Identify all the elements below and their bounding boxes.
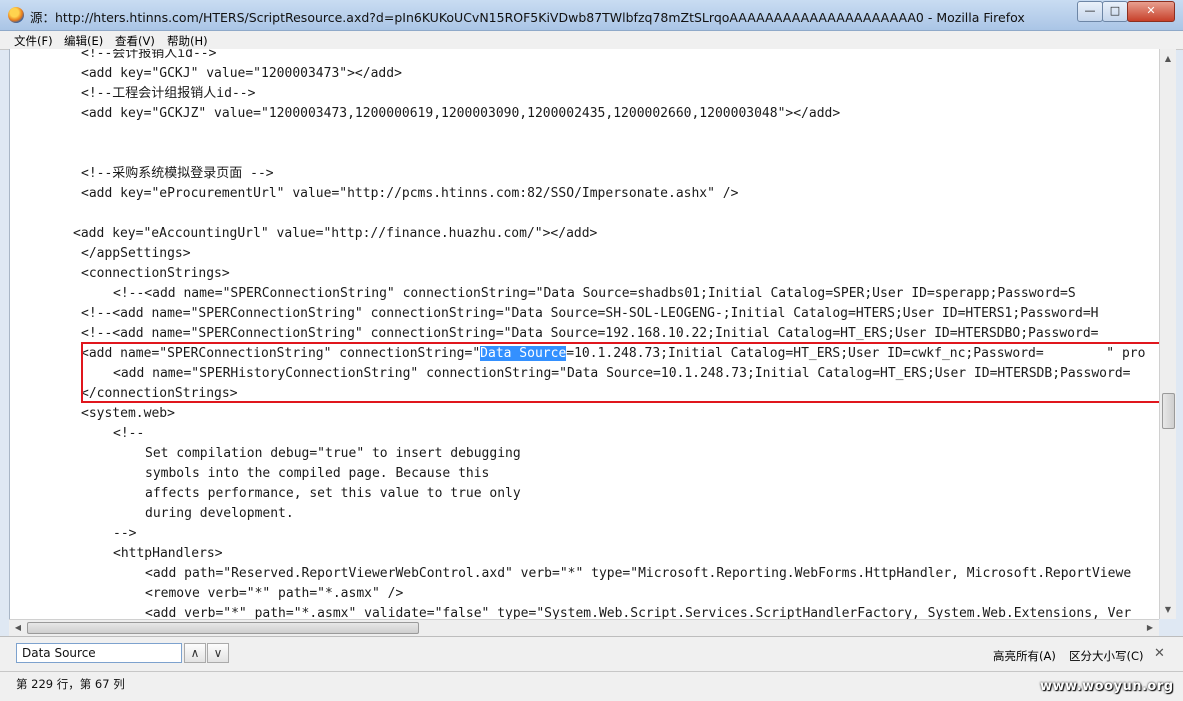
menu-edit[interactable]: 编辑(E) (64, 33, 103, 49)
source-line: <add path="Reserved.ReportViewerWebContr… (145, 564, 1131, 584)
source-line: <!--会计报销人id--> (81, 49, 216, 64)
highlight-box (81, 342, 1160, 403)
source-line: <add key="eAccountingUrl" value="http://… (73, 224, 597, 244)
horizontal-scroll-thumb[interactable] (27, 622, 419, 634)
source-line: <add key="GCKJ" value="1200003473"></add… (81, 64, 402, 84)
source-line-text: <!--采购系统模拟登录页面 --> (81, 166, 274, 181)
source-line-text: <!--工程会计组报销人id--> (81, 86, 256, 101)
scroll-right-icon[interactable]: ▶ (1142, 620, 1158, 636)
maximize-button[interactable]: □ (1102, 1, 1128, 22)
source-line: <system.web> (81, 404, 175, 424)
scroll-up-icon[interactable]: ▲ (1160, 51, 1176, 67)
source-line-text: <!--<add name="SPERConnectionString" con… (81, 326, 1099, 341)
source-line-text: <!-- (113, 426, 145, 441)
source-line-text: <add path="Reserved.ReportViewerWebContr… (145, 566, 1132, 581)
source-line: </appSettings> (81, 244, 191, 264)
source-line-text: <connectionStrings> (81, 266, 230, 281)
source-line-text: <add key="GCKJ" value="1200003473"></add… (81, 66, 402, 81)
source-line-text: symbols into the compiled page. Because … (145, 466, 490, 481)
close-button[interactable]: ✕ (1127, 1, 1175, 22)
cursor-position: 第 229 行，第 67 列 (16, 677, 125, 691)
vertical-scroll-thumb[interactable] (1162, 393, 1175, 429)
find-next-button[interactable]: ∨ (207, 643, 229, 663)
source-line: <connectionStrings> (81, 264, 230, 284)
source-line: <!--<add name="SPERConnectionString" con… (81, 304, 1098, 324)
window-title: 源：http://hters.htinns.com/HTERS/ScriptRe… (30, 10, 1025, 25)
menu-view[interactable]: 查看(V) (115, 33, 155, 49)
highlight-all-option[interactable]: 高亮所有(A) (993, 648, 1056, 664)
find-bar: ∧ ∨ 高亮所有(A) 区分大小写(C) ✕ (0, 636, 1183, 671)
source-line: <!-- (113, 424, 144, 444)
source-line-text: <httpHandlers> (113, 546, 223, 561)
match-case-option[interactable]: 区分大小写(C) (1069, 648, 1144, 664)
scroll-left-icon[interactable]: ◀ (10, 620, 26, 636)
minimize-button[interactable]: — (1077, 1, 1103, 22)
source-line-text: <!--<add name="SPERConnectionString" con… (81, 306, 1099, 321)
source-line-text: </appSettings> (81, 246, 191, 261)
source-line-text: <!--会计报销人id--> (81, 49, 217, 61)
title-bar: 源：http://hters.htinns.com/HTERS/ScriptRe… (0, 0, 1183, 31)
source-line: <remove verb="*" path="*.asmx" /> (145, 584, 403, 604)
source-line: <!--采购系统模拟登录页面 --> (81, 164, 274, 184)
source-line-text: <!--<add name="SPERConnectionString" con… (113, 286, 1076, 301)
status-bar: 第 229 行，第 67 列 (0, 671, 1183, 701)
source-line: <add key="eProcurementUrl" value="http:/… (81, 184, 738, 204)
menu-file[interactable]: 文件(F) (14, 33, 53, 49)
source-line: <add verb="*" path="*.asmx" validate="fa… (145, 604, 1131, 619)
source-line-text: <add key="GCKJZ" value="1200003473,12000… (81, 106, 841, 121)
source-line: <add key="GCKJZ" value="1200003473,12000… (81, 104, 840, 124)
find-close-icon[interactable]: ✕ (1154, 646, 1165, 661)
horizontal-scrollbar[interactable]: ◀ ▶ (9, 619, 1159, 636)
find-input[interactable] (16, 643, 182, 663)
source-line-text: --> (113, 526, 137, 541)
source-line-text: <remove verb="*" path="*.asmx" /> (145, 586, 404, 601)
source-line-text: affects performance, set this value to t… (145, 486, 521, 501)
source-line-text: during development. (145, 506, 294, 521)
firefox-logo-icon (8, 7, 24, 23)
source-line: Set compilation debug="true" to insert d… (145, 444, 521, 464)
source-line: <httpHandlers> (113, 544, 223, 564)
menu-help[interactable]: 帮助(H) (167, 33, 208, 49)
source-line-text: <system.web> (81, 406, 175, 421)
find-previous-button[interactable]: ∧ (184, 643, 206, 663)
source-line-text: <add key="eAccountingUrl" value="http://… (73, 226, 598, 241)
source-code-view[interactable]: <add verb="*" path="*.asmx" validate="fa… (9, 49, 1160, 619)
vertical-scrollbar[interactable]: ▲ ▼ (1159, 49, 1176, 619)
source-line: affects performance, set this value to t… (145, 484, 521, 504)
source-line-text: <add verb="*" path="*.asmx" validate="fa… (145, 606, 1132, 619)
source-line: <!--<add name="SPERConnectionString" con… (113, 284, 1076, 304)
source-line: symbols into the compiled page. Because … (145, 464, 489, 484)
source-line-text: Set compilation debug="true" to insert d… (145, 446, 521, 461)
source-line: --> (113, 524, 136, 544)
scroll-down-icon[interactable]: ▼ (1160, 602, 1176, 618)
source-line-text: <add key="eProcurementUrl" value="http:/… (81, 186, 739, 201)
source-line: <!--<add name="SPERConnectionString" con… (81, 324, 1098, 344)
source-line: <!--工程会计组报销人id--> (81, 84, 255, 104)
watermark: www.wooyun.org (1040, 679, 1174, 694)
menu-bar: 文件(F) 编辑(E) 查看(V) 帮助(H) (0, 31, 1183, 50)
source-line: during development. (145, 504, 294, 524)
